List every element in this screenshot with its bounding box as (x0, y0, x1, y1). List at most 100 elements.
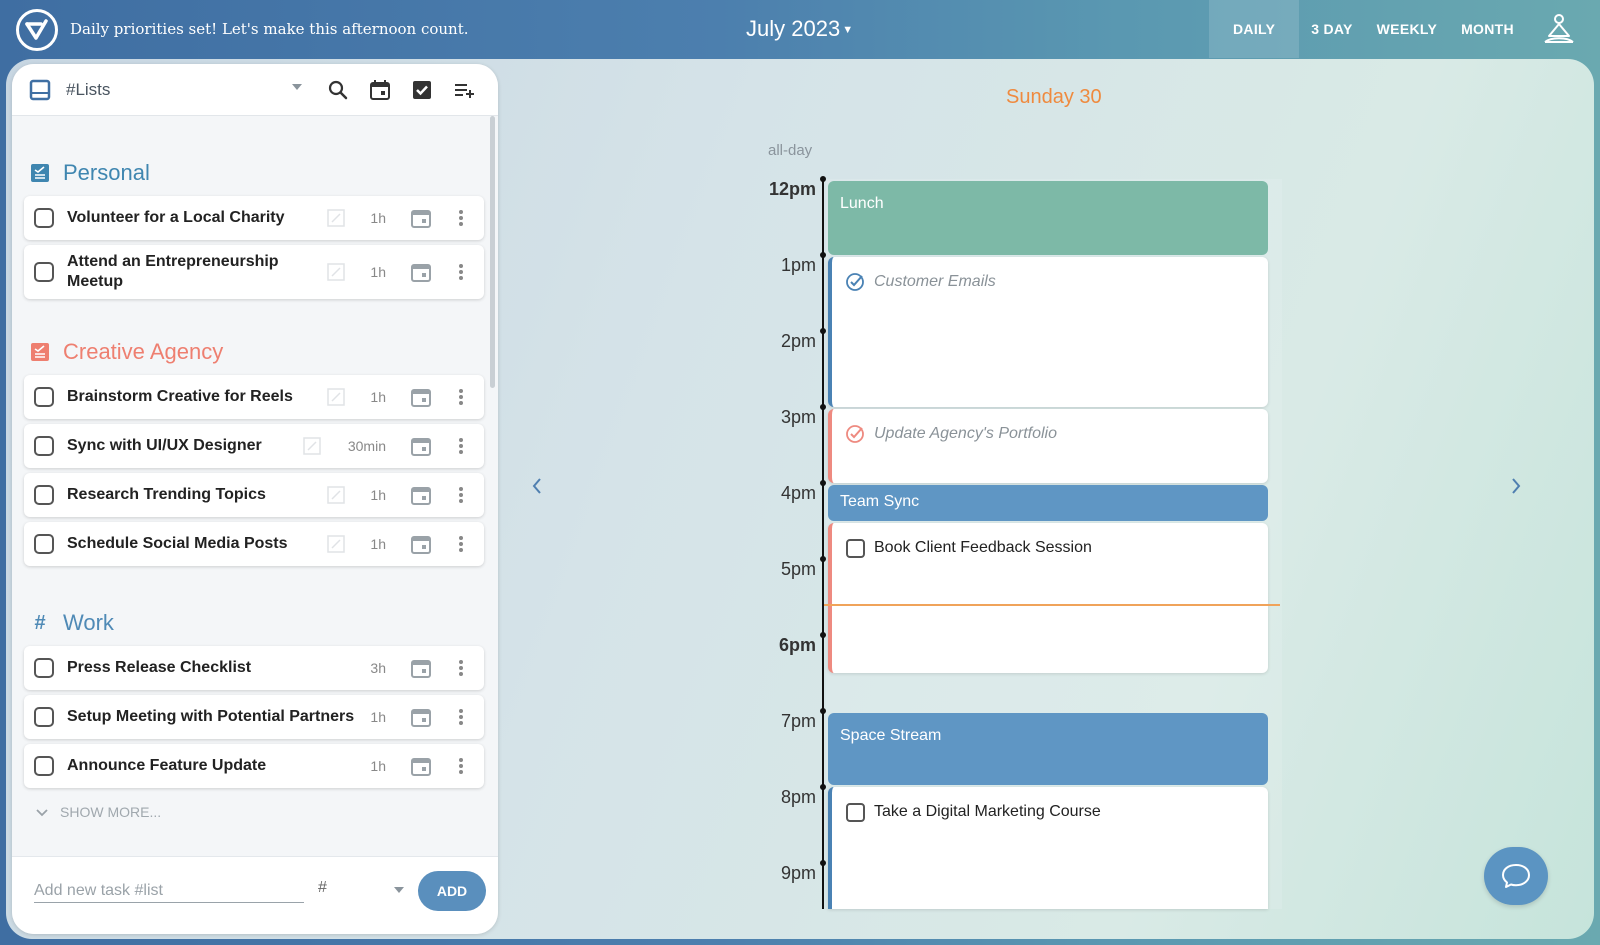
event-checkbox[interactable] (846, 539, 865, 558)
task-row[interactable]: Schedule Social Media Posts 1h (24, 522, 484, 566)
checklist-icon (30, 342, 50, 362)
task-checkbox[interactable] (34, 262, 54, 282)
note-edit-icon[interactable] (326, 208, 346, 228)
tab-weekly[interactable]: WEEKLY (1365, 0, 1449, 58)
more-options-icon[interactable] (458, 437, 464, 455)
checkbox-checked-icon[interactable] (410, 78, 434, 102)
note-edit-icon[interactable] (326, 534, 346, 554)
event-team-sync[interactable]: Team Sync (828, 485, 1268, 521)
task-checkbox[interactable] (34, 485, 54, 505)
task-row[interactable]: Announce Feature Update 1h (24, 744, 484, 788)
task-duration[interactable]: 1h (370, 210, 386, 226)
lists-dropdown[interactable]: #Lists (66, 80, 110, 100)
task-checkbox[interactable] (34, 658, 54, 678)
view-tabs: DAILY 3 DAY WEEKLY MONTH (1209, 0, 1526, 58)
task-duration[interactable]: 3h (370, 660, 386, 676)
schedule-calendar-icon[interactable] (410, 706, 432, 728)
calendar-icon[interactable] (368, 78, 392, 102)
section-work[interactable]: # Work (30, 610, 114, 636)
section-personal[interactable]: Personal (30, 160, 150, 186)
event-update-portfolio[interactable]: Update Agency's Portfolio (828, 409, 1268, 483)
prev-day-icon[interactable] (530, 475, 544, 503)
schedule-calendar-icon[interactable] (410, 207, 432, 229)
check-circle-icon[interactable] (844, 271, 866, 293)
task-name: Setup Meeting with Potential Partners (67, 708, 355, 725)
task-duration[interactable]: 1h (370, 536, 386, 552)
schedule-calendar-icon[interactable] (410, 261, 432, 283)
add-task-button[interactable]: ADD (418, 871, 486, 911)
more-options-icon[interactable] (458, 388, 464, 406)
task-duration[interactable]: 1h (370, 264, 386, 280)
task-row[interactable]: Attend an Entrepreneurship Meetup 1h (24, 245, 484, 299)
more-options-icon[interactable] (458, 708, 464, 726)
event-customer-emails[interactable]: Customer Emails (828, 257, 1268, 407)
hour-label: 8pm (780, 787, 816, 807)
tab-month[interactable]: MONTH (1449, 0, 1526, 58)
task-row[interactable]: Research Trending Topics 1h (24, 473, 484, 517)
task-checkbox[interactable] (34, 707, 54, 727)
hour-label: 3pm (780, 407, 816, 427)
schedule-calendar-icon[interactable] (410, 435, 432, 457)
task-row[interactable]: Press Release Checklist 3h (24, 646, 484, 690)
hour-dot (820, 328, 826, 334)
next-day-icon[interactable] (1509, 475, 1523, 503)
schedule-calendar-icon[interactable] (410, 484, 432, 506)
event-space-stream[interactable]: Space Stream (828, 713, 1268, 785)
schedule-calendar-icon[interactable] (410, 657, 432, 679)
schedule-calendar-icon[interactable] (410, 386, 432, 408)
task-row[interactable]: Volunteer for a Local Charity 1h (24, 196, 484, 240)
more-options-icon[interactable] (458, 535, 464, 553)
app-logo-icon[interactable] (16, 9, 58, 51)
schedule-calendar-icon[interactable] (410, 533, 432, 555)
month-picker[interactable]: July 2023 ▼ (746, 16, 853, 42)
task-duration[interactable]: 30min (348, 438, 386, 454)
task-checkbox[interactable] (34, 756, 54, 776)
task-duration[interactable]: 1h (370, 389, 386, 405)
tab-daily[interactable]: DAILY (1209, 0, 1300, 58)
check-circle-icon[interactable] (844, 423, 866, 445)
more-options-icon[interactable] (458, 263, 464, 281)
task-row[interactable]: Brainstorm Creative for Reels 1h (24, 375, 484, 419)
task-duration[interactable]: 1h (370, 709, 386, 725)
more-options-icon[interactable] (458, 486, 464, 504)
chat-button[interactable] (1484, 847, 1548, 905)
list-select[interactable]: # (318, 879, 410, 903)
playlist-add-icon[interactable] (452, 78, 476, 102)
more-options-icon[interactable] (458, 757, 464, 775)
note-edit-icon[interactable] (302, 436, 322, 456)
inbox-icon[interactable] (28, 78, 52, 102)
lists-scrollbar[interactable] (490, 116, 495, 388)
new-task-input[interactable] (34, 879, 304, 903)
event-checkbox[interactable] (846, 803, 865, 822)
more-options-icon[interactable] (458, 209, 464, 227)
more-options-icon[interactable] (458, 659, 464, 677)
zen-profile-icon[interactable] (1541, 12, 1577, 48)
show-more-button[interactable]: SHOW MORE... (36, 804, 161, 820)
task-duration[interactable]: 1h (370, 758, 386, 774)
hour-dot (820, 708, 826, 714)
task-checkbox[interactable] (34, 387, 54, 407)
task-name: Announce Feature Update (67, 757, 267, 774)
event-digital-marketing-course[interactable]: Take a Digital Marketing Course (828, 787, 1268, 909)
list-select-value: # (318, 879, 327, 896)
task-name: Attend an Entrepreneurship Meetup (67, 253, 279, 290)
schedule-calendar-icon[interactable] (410, 755, 432, 777)
note-edit-icon[interactable] (326, 262, 346, 282)
show-more-label: SHOW MORE... (60, 804, 162, 820)
note-edit-icon[interactable] (326, 387, 346, 407)
section-creative-agency[interactable]: Creative Agency (30, 339, 223, 365)
note-edit-icon[interactable] (326, 485, 346, 505)
event-lunch[interactable]: Lunch (828, 181, 1268, 255)
search-icon[interactable] (326, 78, 350, 102)
task-checkbox[interactable] (34, 534, 54, 554)
dropdown-caret-icon[interactable] (292, 84, 302, 90)
task-checkbox[interactable] (34, 208, 54, 228)
task-row[interactable]: Sync with UI/UX Designer 30min (24, 424, 484, 468)
task-checkbox[interactable] (34, 436, 54, 456)
event-book-client-feedback[interactable]: Book Client Feedback Session (828, 523, 1268, 673)
hour-label: 6pm (778, 635, 816, 655)
month-label: July 2023 (746, 16, 841, 41)
tab-3-day[interactable]: 3 DAY (1299, 0, 1364, 58)
task-duration[interactable]: 1h (370, 487, 386, 503)
task-row[interactable]: Setup Meeting with Potential Partners 1h (24, 695, 484, 739)
